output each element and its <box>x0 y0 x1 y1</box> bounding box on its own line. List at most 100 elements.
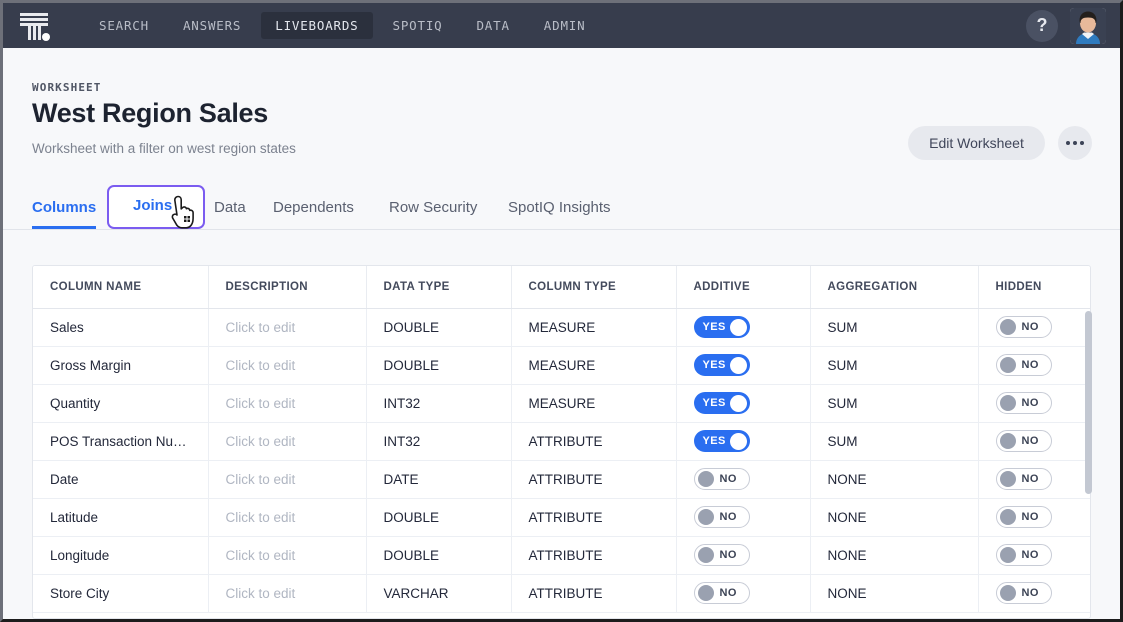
additive-toggle[interactable]: NO <box>694 544 750 566</box>
nav-item-data[interactable]: DATA <box>462 12 523 39</box>
cell-column-type: MEASURE <box>511 346 676 384</box>
column-header-aggregation[interactable]: AGGREGATION <box>810 266 978 308</box>
column-header-hidden[interactable]: HIDDEN <box>978 266 1090 308</box>
cell-description: Click to edit <box>208 498 366 536</box>
hidden-toggle[interactable]: NO <box>996 506 1052 528</box>
cell-aggregation: SUM <box>810 384 978 422</box>
additive-cell: YES <box>676 346 810 384</box>
cell-column-type: ATTRIBUTE <box>511 422 676 460</box>
additive-toggle[interactable]: YES <box>694 316 750 338</box>
column-header-description[interactable]: DESCRIPTION <box>208 266 366 308</box>
avatar-image <box>1070 8 1106 44</box>
hidden-toggle[interactable]: NO <box>996 316 1052 338</box>
additive-toggle[interactable]: YES <box>694 354 750 376</box>
hidden-cell: NO <box>978 422 1090 460</box>
table-row[interactable]: Store CityClick to editVARCHARATTRIBUTEN… <box>33 574 1090 612</box>
additive-cell: YES <box>676 422 810 460</box>
cell-aggregation: SUM <box>810 346 978 384</box>
cell-column-name: Store City <box>33 574 208 612</box>
table-row[interactable]: SalesClick to editDOUBLEMEASUREYESSUMNO <box>33 308 1090 346</box>
hidden-toggle[interactable]: NO <box>996 582 1052 604</box>
tab-joins[interactable]: Joins <box>133 189 172 221</box>
additive-toggle[interactable]: NO <box>694 468 750 490</box>
table-row[interactable]: POS Transaction Nu…Click to editINT32ATT… <box>33 422 1090 460</box>
edit-worksheet-button[interactable]: Edit Worksheet <box>908 126 1045 160</box>
hidden-toggle[interactable]: NO <box>996 468 1052 490</box>
toggle-label: NO <box>1022 435 1039 447</box>
additive-cell: YES <box>676 384 810 422</box>
nav-item-answers[interactable]: ANSWERS <box>169 12 255 39</box>
cell-column-type: ATTRIBUTE <box>511 536 676 574</box>
cell-column-type: MEASURE <box>511 384 676 422</box>
cell-column-name: POS Transaction Nu… <box>33 422 208 460</box>
column-header-additive[interactable]: ADDITIVE <box>676 266 810 308</box>
cell-column-name: Longitude <box>33 536 208 574</box>
tab-dependents[interactable]: Dependents <box>273 191 354 223</box>
hidden-cell: NO <box>978 536 1090 574</box>
cell-column-name: Sales <box>33 308 208 346</box>
hidden-cell: NO <box>978 460 1090 498</box>
cell-data-type: INT32 <box>366 422 511 460</box>
table-vertical-scrollbar[interactable] <box>1085 311 1092 494</box>
cell-description: Click to edit <box>208 346 366 384</box>
hidden-cell: NO <box>978 498 1090 536</box>
toggle-knob <box>730 433 747 450</box>
more-options-icon[interactable] <box>1058 126 1092 160</box>
additive-toggle[interactable]: NO <box>694 506 750 528</box>
toggle-knob <box>1000 509 1016 525</box>
cell-column-type: ATTRIBUTE <box>511 460 676 498</box>
additive-toggle[interactable]: NO <box>694 582 750 604</box>
breadcrumb: WORKSHEET <box>32 81 102 94</box>
toggle-knob <box>1000 547 1016 563</box>
cell-aggregation: NONE <box>810 460 978 498</box>
cell-data-type: VARCHAR <box>366 574 511 612</box>
cell-aggregation: NONE <box>810 498 978 536</box>
tab-spotiq-insights[interactable]: SpotIQ Insights <box>508 191 611 223</box>
nav-item-admin[interactable]: ADMIN <box>530 12 600 39</box>
hidden-toggle[interactable]: NO <box>996 544 1052 566</box>
column-header-column-type[interactable]: COLUMN TYPE <box>511 266 676 308</box>
additive-cell: NO <box>676 460 810 498</box>
tab-row-security[interactable]: Row Security <box>389 191 477 223</box>
table-row[interactable]: LongitudeClick to editDOUBLEATTRIBUTENON… <box>33 536 1090 574</box>
hidden-cell: NO <box>978 384 1090 422</box>
cell-data-type: DOUBLE <box>366 308 511 346</box>
table-row[interactable]: DateClick to editDATEATTRIBUTENONONENO <box>33 460 1090 498</box>
toggle-label: YES <box>697 359 726 371</box>
nav-item-liveboards[interactable]: LIVEBOARDS <box>261 12 372 39</box>
help-icon[interactable]: ? <box>1026 10 1058 42</box>
toggle-knob <box>1000 585 1016 601</box>
table-body: SalesClick to editDOUBLEMEASUREYESSUMNOG… <box>33 308 1090 612</box>
cell-column-name: Latitude <box>33 498 208 536</box>
cell-column-name: Quantity <box>33 384 208 422</box>
tab-columns[interactable]: Columns <box>32 191 96 223</box>
toggle-knob <box>1000 471 1016 487</box>
cell-description: Click to edit <box>208 384 366 422</box>
nav-right-cluster: ? <box>1026 8 1120 44</box>
additive-toggle[interactable]: YES <box>694 392 750 414</box>
table-row[interactable]: LatitudeClick to editDOUBLEATTRIBUTENONO… <box>33 498 1090 536</box>
cell-aggregation: SUM <box>810 308 978 346</box>
nav-item-search[interactable]: SEARCH <box>85 12 163 39</box>
avatar[interactable] <box>1070 8 1106 44</box>
additive-toggle[interactable]: YES <box>694 430 750 452</box>
cell-data-type: INT32 <box>366 384 511 422</box>
hidden-toggle[interactable]: NO <box>996 430 1052 452</box>
page-subtitle: Worksheet with a filter on west region s… <box>32 141 296 156</box>
nav-item-spotiq[interactable]: SPOTIQ <box>379 12 457 39</box>
toggle-knob <box>698 509 714 525</box>
toggle-knob <box>1000 357 1016 373</box>
thoughtspot-logo[interactable] <box>3 3 65 48</box>
hidden-cell: NO <box>978 346 1090 384</box>
hidden-toggle[interactable]: NO <box>996 354 1052 376</box>
hidden-toggle[interactable]: NO <box>996 392 1052 414</box>
table-row[interactable]: Gross MarginClick to editDOUBLEMEASUREYE… <box>33 346 1090 384</box>
column-header-data-type[interactable]: DATA TYPE <box>366 266 511 308</box>
column-header-column-name[interactable]: COLUMN NAME <box>33 266 208 308</box>
table-row[interactable]: QuantityClick to editINT32MEASURE YES SUM N… <box>33 384 1090 422</box>
toggle-knob <box>1000 319 1016 335</box>
toggle-label: NO <box>1022 321 1039 333</box>
tab-data[interactable]: Data <box>214 191 246 223</box>
toggle-label: NO <box>720 587 737 599</box>
toggle-label: NO <box>1022 587 1039 599</box>
